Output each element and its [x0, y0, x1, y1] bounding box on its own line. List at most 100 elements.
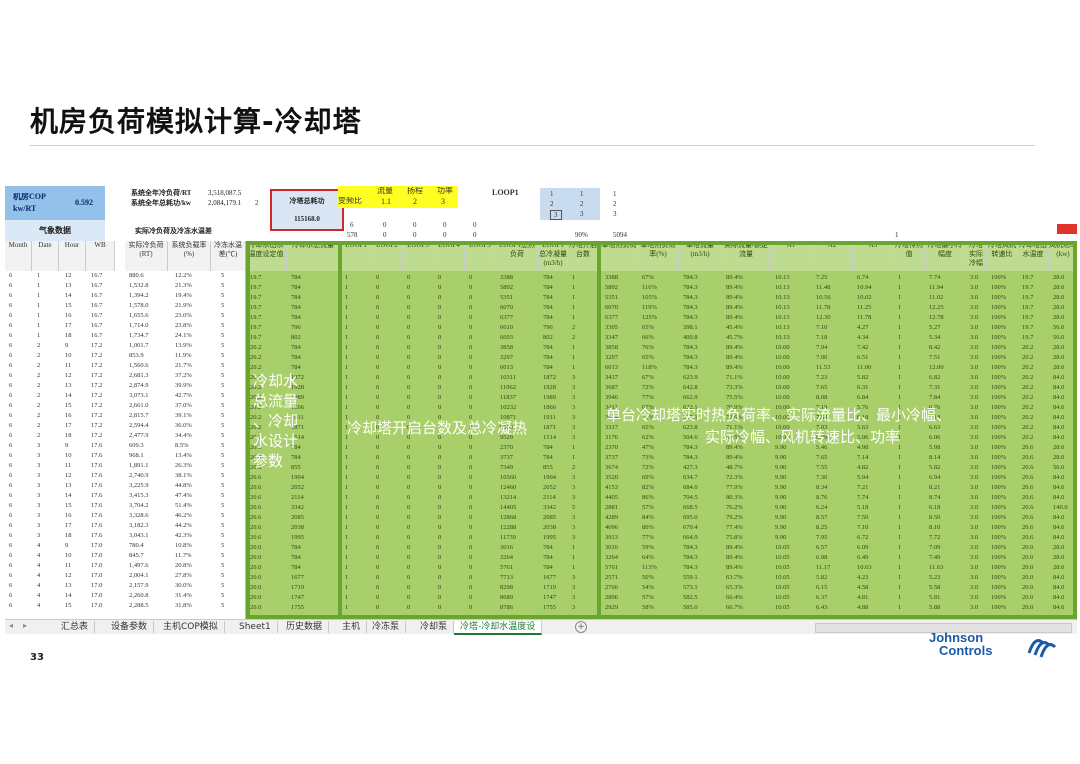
- table-cell: 5: [221, 422, 225, 429]
- table-cell: 16: [65, 512, 72, 519]
- header-actual-load[interactable]: 实际冷负荷(RT): [125, 241, 168, 271]
- table-cell: 6: [9, 302, 13, 309]
- sys-power-label: 系统全年总耗功/kw: [131, 199, 191, 207]
- sheet-tab[interactable]: 主机: [336, 621, 368, 633]
- table-cell: 2: [37, 382, 41, 389]
- table-cell: 17.0: [91, 572, 103, 579]
- table-cell: 2,681.3: [129, 372, 149, 379]
- header-date[interactable]: Date: [32, 241, 59, 271]
- row-b-2: 0: [383, 231, 387, 239]
- tower-power-label: 冷塔总耗功: [289, 197, 325, 205]
- table-cell: 2,594.4: [129, 422, 149, 429]
- table-row: 6 1 15 16.7 1,578.0 21.9% 5: [5, 301, 245, 310]
- loop-grid-2-2: 2: [580, 200, 584, 208]
- table-cell: 1: [37, 332, 41, 339]
- sys-load-label: 系统全年冷负荷/RT: [131, 189, 192, 197]
- table-row: 6 3 13 17.6 3,225.9 44.8% 5: [5, 481, 245, 490]
- table-cell: 15: [65, 602, 72, 609]
- table-cell: 2,815.7: [129, 412, 149, 419]
- power-label: 功率: [437, 187, 453, 195]
- table-row: 6 1 13 16.7 1,532.8 21.3% 5: [5, 281, 245, 290]
- table-cell: 3,182.3: [129, 522, 149, 529]
- head-label: 扬程: [407, 187, 423, 195]
- table-cell: 6: [9, 392, 13, 399]
- add-sheet-icon[interactable]: +: [575, 621, 587, 633]
- table-cell: 17.6: [91, 492, 103, 499]
- table-cell: 3: [37, 482, 41, 489]
- table-cell: 1: [37, 292, 41, 299]
- table-row: 6 2 13 17.2 2,874.9 39.9% 5: [5, 381, 245, 390]
- table-cell: 1,497.6: [129, 562, 149, 569]
- value-one: 1: [895, 231, 899, 239]
- table-cell: 6: [9, 562, 13, 569]
- table-row: 6 1 17 16.7 1,714.0 23.8% 5: [5, 321, 245, 330]
- table-cell: 609.3: [129, 442, 144, 449]
- tab-scroll-left-icon[interactable]: ◂: [9, 621, 13, 630]
- sheet-tab[interactable]: 冷冻泵: [366, 621, 407, 633]
- table-cell: 17.2: [91, 392, 103, 399]
- sheet-tab[interactable]: 主机COP模拟: [157, 621, 225, 633]
- sheet-tab[interactable]: 冷塔-冷却水温度设: [454, 621, 543, 635]
- table-cell: 12: [65, 372, 72, 379]
- table-cell: 5: [221, 572, 225, 579]
- table-cell: 4: [37, 592, 41, 599]
- table-cell: 17.2: [91, 352, 103, 359]
- table-cell: 16: [65, 312, 72, 319]
- table-cell: 16.7: [91, 272, 103, 279]
- table-row: 6 4 9 17.0 780.4 10.8% 5: [5, 541, 245, 550]
- overlay-unit-tower-2: 实际冷幅、风机转速比、功率: [705, 428, 901, 446]
- table-cell: 5: [221, 502, 225, 509]
- table-cell: 17.2: [91, 402, 103, 409]
- header-chw-dt[interactable]: 冷冻水温差(℃): [211, 241, 246, 271]
- table-cell: 5: [221, 352, 225, 359]
- table-row: 6 2 17 17.2 2,594.4 36.0% 5: [5, 421, 245, 430]
- table-row: 6 1 12 16.7 880.6 12.2% 5: [5, 271, 245, 280]
- table-cell: 10: [65, 452, 72, 459]
- table-cell: 2,004.1: [129, 572, 149, 579]
- table-cell: 20.8%: [175, 562, 192, 569]
- header-wb[interactable]: WB: [86, 241, 115, 271]
- sheet-tab[interactable]: 历史数据: [280, 621, 330, 633]
- table-cell: 6: [9, 332, 13, 339]
- table-cell: 11.9%: [175, 352, 192, 359]
- table-cell: 1: [37, 322, 41, 329]
- table-cell: 42.7%: [175, 392, 192, 399]
- table-cell: 5: [221, 392, 225, 399]
- table-row: 6 3 18 17.6 3,043.1 42.3% 5: [5, 531, 245, 540]
- loop-grid-1-2: 1: [580, 190, 584, 198]
- table-cell: 16.7: [91, 312, 103, 319]
- table-row: 6 3 15 17.6 3,704.2 51.4% 5: [5, 501, 245, 510]
- header-month[interactable]: Month: [5, 241, 32, 271]
- sheet-tab[interactable]: 冷却泵: [414, 621, 455, 633]
- sheet-tab[interactable]: 设备参数: [105, 621, 155, 633]
- sheet-tab[interactable]: 汇总表: [55, 621, 96, 633]
- cop-label: 机房COP: [13, 193, 46, 201]
- table-cell: 5: [221, 492, 225, 499]
- weather-load-rows: 6 1 12 16.7 880.6 12.2% 5 6 1 13 16.7 1,532.8 21.3% 5…: [5, 271, 245, 619]
- table-cell: 1,891.1: [129, 462, 149, 469]
- table-cell: 6: [9, 422, 13, 429]
- tab-scroll-right-icon[interactable]: ▸: [23, 621, 27, 630]
- table-cell: 6: [9, 412, 13, 419]
- table-cell: 17.0: [91, 592, 103, 599]
- table-cell: 2,260.8: [129, 592, 149, 599]
- loop-grid-3-1[interactable]: 3: [550, 210, 562, 220]
- table-cell: 11: [65, 562, 72, 569]
- table-cell: 17.6: [91, 532, 103, 539]
- table-cell: 5: [221, 602, 225, 609]
- header-hour[interactable]: Hour: [59, 241, 86, 271]
- table-cell: 17.2: [91, 342, 103, 349]
- table-cell: 780.4: [129, 542, 144, 549]
- table-cell: 17.0: [91, 562, 103, 569]
- header-load-rate[interactable]: 系统负载率(%): [168, 241, 211, 271]
- table-cell: 1: [37, 312, 41, 319]
- sheet-tab[interactable]: Sheet1: [233, 621, 278, 633]
- table-cell: 4: [37, 552, 41, 559]
- table-cell: 2: [37, 422, 41, 429]
- table-cell: 6: [9, 362, 13, 369]
- table-row: 6 1 14 16.7 1,394.2 19.4% 5: [5, 291, 245, 300]
- table-cell: 17: [65, 522, 72, 529]
- table-cell: 2,874.9: [129, 382, 149, 389]
- table-cell: 1,714.0: [129, 322, 149, 329]
- loop-grid-3-2: 3: [580, 210, 584, 218]
